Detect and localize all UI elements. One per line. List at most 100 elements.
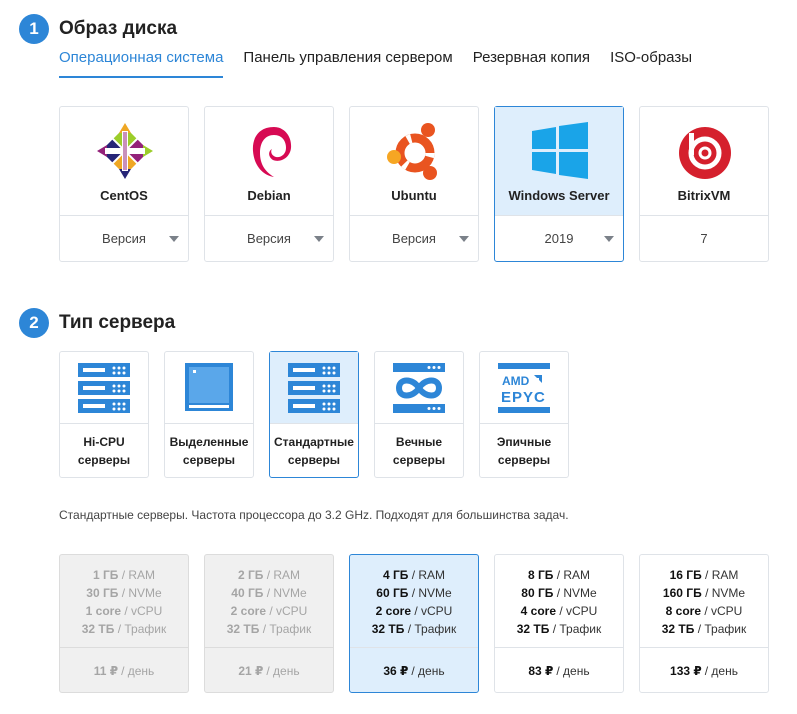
step-number-badge: 1 <box>19 14 49 44</box>
unit-label: / NVMe <box>411 586 452 600</box>
plan-card[interactable]: 8 ГБ / RAM 80 ГБ / NVMe 4 core / vCPU 32… <box>494 554 624 693</box>
os-card-bitrixvm[interactable]: BitrixVM 7 <box>639 106 769 262</box>
dedicated-server-icon <box>185 363 233 411</box>
server-type-dedicated[interactable]: Выделенные серверы <box>164 351 254 478</box>
server-rack-icon <box>288 363 340 413</box>
chevron-down-icon <box>604 236 614 242</box>
os-name: Debian <box>247 188 291 203</box>
plan-cpu: 2 core <box>375 604 411 618</box>
plan-cpu: 2 core <box>230 604 266 618</box>
os-name: Ubuntu <box>391 188 437 203</box>
plan-price-value: 36 ₽ <box>383 663 409 678</box>
unit-label: / RAM <box>121 568 156 582</box>
plan-specs: 2 ГБ / RAM 40 ГБ / NVMe 2 core / vCPU 32… <box>205 555 333 648</box>
server-type-label: Hi-CPU серверы <box>60 424 148 478</box>
server-type-label: Выделенные серверы <box>165 424 253 478</box>
unit-label: / день <box>556 663 590 678</box>
server-type-hi-cpu[interactable]: Hi-CPU серверы <box>59 351 149 478</box>
plan-cpu: 4 core <box>520 604 556 618</box>
plan-ram: 1 ГБ <box>92 568 119 582</box>
unit-label: / vCPU <box>414 604 453 618</box>
os-card-ubuntu[interactable]: Ubuntu Версия <box>349 106 479 262</box>
plan-traffic: 32 ТБ <box>81 622 115 636</box>
plan-ram: 16 ГБ <box>669 568 702 582</box>
chevron-down-icon <box>314 236 324 242</box>
plan-cpu: 1 core <box>85 604 121 618</box>
amd-epyc-icon: AMD EPYC <box>498 363 550 413</box>
server-type-standard[interactable]: Стандартные серверы <box>269 351 359 478</box>
unit-label: / Трафик <box>697 622 747 636</box>
unit-label: / NVMe <box>266 586 307 600</box>
os-name: CentOS <box>100 188 148 203</box>
plan-card[interactable]: 4 ГБ / RAM 60 ГБ / NVMe 2 core / vCPU 32… <box>349 554 479 693</box>
unit-label: / день <box>704 663 738 678</box>
os-name: BitrixVM <box>677 188 731 203</box>
plan-price-value: 21 ₽ <box>238 663 264 678</box>
unit-label: / Трафик <box>117 622 167 636</box>
plan-card[interactable]: 1 ГБ / RAM 30 ГБ / NVMe 1 core / vCPU 32… <box>59 554 189 693</box>
os-version-dropdown[interactable]: 2019 <box>495 216 623 261</box>
server-type-label: Вечные серверы <box>375 424 463 478</box>
plan-card[interactable]: 16 ГБ / RAM 160 ГБ / NVMe 8 core / vCPU … <box>639 554 769 693</box>
svg-text:AMD: AMD <box>502 374 530 388</box>
unit-label: / vCPU <box>269 604 308 618</box>
server-type-name: Вечные <box>395 435 443 449</box>
unit-label: / NVMe <box>556 586 597 600</box>
server-type-suffix: серверы <box>182 453 236 467</box>
os-version-value: 2019 <box>544 231 574 246</box>
plan-disk: 80 ГБ <box>521 586 554 600</box>
plan-disk: 60 ГБ <box>376 586 409 600</box>
plan-card[interactable]: 2 ГБ / RAM 40 ГБ / NVMe 2 core / vCPU 32… <box>204 554 334 693</box>
plan-ram: 2 ГБ <box>237 568 264 582</box>
server-type-eternal[interactable]: Вечные серверы <box>374 351 464 478</box>
os-card-windows-server[interactable]: Windows Server 2019 <box>494 106 624 262</box>
plan-cpu: 8 core <box>665 604 701 618</box>
plan-specs: 1 ГБ / RAM 30 ГБ / NVMe 1 core / vCPU 32… <box>60 555 188 648</box>
server-type-suffix: серверы <box>497 453 551 467</box>
server-type-name: Hi-CPU <box>83 435 125 449</box>
plan-disk: 30 ГБ <box>86 586 119 600</box>
unit-label: / NVMe <box>705 586 746 600</box>
server-type-label: Стандартные серверы <box>270 424 358 478</box>
plan-price: 133 ₽ / день <box>640 648 768 693</box>
plan-traffic: 32 ТБ <box>661 622 695 636</box>
chevron-down-icon <box>459 236 469 242</box>
plan-price-value: 133 ₽ <box>670 663 702 678</box>
tab-control-panel[interactable]: Панель управления сервером <box>243 48 452 78</box>
windows-logo-icon <box>532 122 588 179</box>
unit-label: / день <box>411 663 445 678</box>
plan-specs: 8 ГБ / RAM 80 ГБ / NVMe 4 core / vCPU 32… <box>495 555 623 648</box>
unit-label: / день <box>266 663 300 678</box>
os-name: Windows Server <box>508 188 610 203</box>
plan-traffic: 32 ТБ <box>371 622 405 636</box>
unit-label: / RAM <box>556 568 591 582</box>
os-version-value: Версия <box>102 231 146 246</box>
centos-logo-icon <box>97 123 153 179</box>
unit-label: / Трафик <box>262 622 312 636</box>
tab-operating-system[interactable]: Операционная система <box>59 48 224 78</box>
os-version-dropdown[interactable]: Версия <box>60 216 188 261</box>
tab-iso-images[interactable]: ISO-образы <box>610 48 692 78</box>
infinity-icon <box>393 363 445 413</box>
plan-specs: 16 ГБ / RAM 160 ГБ / NVMe 8 core / vCPU … <box>640 555 768 648</box>
server-type-name: Эпичные <box>496 435 552 449</box>
plan-ram: 4 ГБ <box>382 568 409 582</box>
ubuntu-logo-icon <box>387 123 437 180</box>
plan-traffic: 32 ТБ <box>516 622 550 636</box>
os-version-value: Версия <box>247 231 291 246</box>
os-version-dropdown[interactable]: Версия <box>350 216 478 261</box>
plan-price-value: 83 ₽ <box>528 663 554 678</box>
server-type-epic[interactable]: AMD EPYC Эпичные серверы <box>479 351 569 478</box>
disk-image-tabs: Операционная система Панель управления с… <box>59 48 712 78</box>
os-card-debian[interactable]: Debian Версия <box>204 106 334 262</box>
os-version-dropdown[interactable]: Версия <box>205 216 333 261</box>
svg-text:EPYC: EPYC <box>501 389 546 406</box>
tab-backup[interactable]: Резервная копия <box>473 48 590 78</box>
plan-traffic: 32 ТБ <box>226 622 260 636</box>
chevron-down-icon <box>169 236 179 242</box>
unit-label: / Трафик <box>552 622 602 636</box>
plan-price: 11 ₽ / день <box>60 648 188 693</box>
server-type-label: Эпичные серверы <box>480 424 568 478</box>
plan-disk: 160 ГБ <box>662 586 702 600</box>
os-card-centos[interactable]: CentOS Версия <box>59 106 189 262</box>
